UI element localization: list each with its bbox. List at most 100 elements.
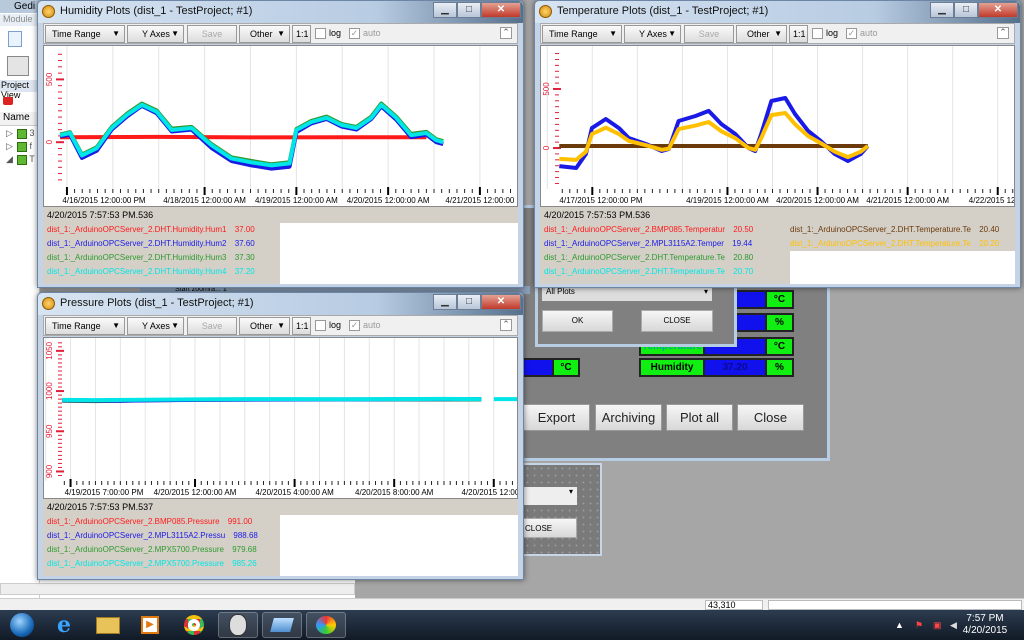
name-column-header[interactable]: Name: [0, 112, 40, 126]
taskbar-app[interactable]: [218, 612, 258, 638]
close-window-button[interactable]: ✕: [978, 2, 1018, 18]
log-checkbox[interactable]: [315, 320, 326, 331]
title-bar[interactable]: Humidity Plots (dist_1 - TestProject; #1…: [38, 1, 523, 23]
ok-button[interactable]: OK: [542, 310, 613, 332]
legend-entry[interactable]: dist_1:_ArduinoOPCServer_2.BMP085.Temper…: [544, 225, 753, 234]
horizontal-scrollbar[interactable]: [0, 583, 355, 595]
legend-entry[interactable]: dist_1:_ArduinoOPCServer_2.MPX5700.Press…: [47, 545, 257, 554]
y-tick-label: 900: [45, 464, 54, 478]
avatar-icon: [229, 614, 247, 636]
y-axes-dropdown[interactable]: Y Axes ▼: [127, 25, 184, 43]
cyan-series-line: [62, 396, 517, 403]
legend-entry[interactable]: dist_1:_ArduinoOPCServer_2.DHT.Temperatu…: [544, 267, 753, 276]
minimize-button[interactable]: ▁: [433, 294, 457, 310]
legend-entry[interactable]: dist_1:_ArduinoOPCServer_2.DHT.Temperatu…: [790, 225, 999, 234]
filter-icon[interactable]: [3, 97, 13, 105]
plot-canvas[interactable]: 4/17/2015 12:00:00 PM 4/19/2015 12:00:00 …: [541, 46, 1024, 206]
taskbar-clock[interactable]: 7:57 PM 4/20/2015: [955, 613, 1015, 637]
menu-module[interactable]: Module: [0, 14, 40, 26]
one-to-one-button[interactable]: 1:1: [292, 317, 311, 335]
legend-entry[interactable]: dist_1:_ArduinoOPCServer_2.DHT.Humidity.…: [47, 225, 255, 234]
legend-series-value: 37.60: [234, 239, 255, 248]
network-icon[interactable]: ▣: [933, 620, 943, 630]
legend-series-value: 991.00: [227, 517, 253, 526]
plot-toolbar: Time Range ▼ Y Axes ▼ Save Other ▼ 1:1 log ✓ auto ⌃: [43, 315, 518, 336]
plot-area[interactable]: 4/17/2015 12:00:00 PM 4/19/2015 12:00:00 …: [540, 45, 1024, 207]
close-button[interactable]: CLOSE: [641, 310, 713, 332]
panel-dropdown[interactable]: ▾: [520, 487, 577, 505]
minimize-button[interactable]: ▁: [930, 2, 954, 18]
media-player-icon: ▶: [141, 616, 159, 634]
plot-canvas[interactable]: 4/19/2015 7:00:00 PM 4/20/2015 12:00:00 A…: [44, 338, 527, 498]
tree-item[interactable]: ▷ 3: [6, 128, 34, 139]
auto-checkbox[interactable]: ✓: [846, 28, 857, 39]
maximize-button[interactable]: □: [954, 2, 978, 18]
legend-series-value: 37.20: [234, 267, 255, 276]
y-axes-dropdown[interactable]: Y Axes ▼: [127, 317, 184, 335]
taskbar-media-player[interactable]: ▶: [130, 612, 170, 638]
x-tick-label: 4/19/2015 12:00:00 AM: [686, 196, 769, 205]
time-range-dropdown[interactable]: Time Range ▼: [542, 25, 622, 43]
plot-all-button[interactable]: Plot all: [666, 404, 733, 431]
legend-entry[interactable]: dist_1:_ArduinoOPCServer_2.DHT.Temperatu…: [544, 253, 753, 262]
legend-entry[interactable]: dist_1:_ArduinoOPCServer_2.MPL3115A2.Tem…: [544, 239, 752, 248]
tree-item[interactable]: ◢ T: [6, 154, 35, 165]
legend-series-value: 20.20: [979, 239, 1000, 248]
auto-checkbox[interactable]: ✓: [349, 28, 360, 39]
log-checkbox[interactable]: [315, 28, 326, 39]
archiving-button[interactable]: Archiving: [595, 404, 662, 431]
auto-checkbox[interactable]: ✓: [349, 320, 360, 331]
maximize-button[interactable]: □: [457, 2, 481, 18]
legend-entry[interactable]: dist_1:_ArduinoOPCServer_2.BMP085.Pressu…: [47, 517, 252, 526]
taskbar-paint[interactable]: [306, 612, 346, 638]
legend-entry[interactable]: dist_1:_ArduinoOPCServer_2.MPL3115A2.Pre…: [47, 531, 258, 540]
legend-series-name: dist_1:_ArduinoOPCServer_2.DHT.Humidity.…: [47, 267, 227, 276]
taskbar-ie[interactable]: e: [44, 612, 84, 638]
plot-area[interactable]: 4/16/2015 12:00:00 PM 4/18/2015 12:00:00 …: [43, 45, 518, 207]
legend-entry[interactable]: dist_1:_ArduinoOPCServer_2.DHT.Humidity.…: [47, 239, 255, 248]
close-window-button[interactable]: ✕: [481, 294, 521, 310]
one-to-one-button[interactable]: 1:1: [292, 25, 311, 43]
legend-entry[interactable]: dist_1:_ArduinoOPCServer_2.DHT.Humidity.…: [47, 267, 255, 276]
other-dropdown[interactable]: Other ▼: [736, 25, 787, 43]
plot-canvas[interactable]: 4/16/2015 12:00:00 PM 4/18/2015 12:00:00 …: [44, 46, 517, 206]
taskbar-chrome[interactable]: [174, 612, 214, 638]
close-button[interactable]: Close: [737, 404, 804, 431]
taskbar-app[interactable]: [262, 612, 302, 638]
one-to-one-button[interactable]: 1:1: [789, 25, 808, 43]
select-pointer-icon[interactable]: [7, 56, 29, 76]
auto-label: auto: [363, 320, 381, 330]
tree-item[interactable]: ▷ f: [6, 141, 32, 152]
other-dropdown[interactable]: Other ▼: [239, 25, 290, 43]
collapse-toolbar-icon[interactable]: ⌃: [500, 319, 512, 331]
time-range-dropdown[interactable]: Time Range ▼: [45, 25, 125, 43]
x-tick-label: 4/22/2015 12:00: [969, 196, 1014, 205]
action-center-flag-icon[interactable]: ⚑: [915, 620, 925, 630]
save-button[interactable]: Save: [684, 25, 734, 43]
time-range-dropdown[interactable]: Time Range ▼: [45, 317, 125, 335]
start-button[interactable]: [2, 612, 42, 638]
new-file-icon[interactable]: [8, 31, 22, 47]
collapse-toolbar-icon[interactable]: ⌃: [500, 27, 512, 39]
legend-entry[interactable]: dist_1:_ArduinoOPCServer_2.MPX5700.Press…: [47, 559, 257, 568]
show-hidden-icons[interactable]: ▲: [895, 620, 905, 630]
other-dropdown[interactable]: Other ▼: [239, 317, 290, 335]
minimize-button[interactable]: ▁: [433, 2, 457, 18]
panel-close-button[interactable]: CLOSE: [520, 518, 577, 538]
export-button[interactable]: Export: [523, 404, 590, 431]
taskbar-explorer[interactable]: [88, 612, 128, 638]
plot-area[interactable]: 4/19/2015 7:00:00 PM 4/20/2015 12:00:00 A…: [43, 337, 527, 499]
maximize-button[interactable]: □: [457, 294, 481, 310]
title-bar[interactable]: Temperature Plots (dist_1 - TestProject;…: [535, 1, 1020, 23]
log-checkbox[interactable]: [812, 28, 823, 39]
close-window-button[interactable]: ✕: [481, 2, 521, 18]
save-button[interactable]: Save: [187, 317, 237, 335]
legend-series-name: dist_1:_ArduinoOPCServer_2.BMP085.Pressu…: [47, 517, 220, 526]
legend-entry[interactable]: dist_1:_ArduinoOPCServer_2.DHT.Humidity.…: [47, 253, 255, 262]
y-axes-dropdown[interactable]: Y Axes ▼: [624, 25, 681, 43]
save-button[interactable]: Save: [187, 25, 237, 43]
title-bar[interactable]: Pressure Plots (dist_1 - TestProject; #1…: [38, 293, 523, 315]
legend-series-value: 37.30: [234, 253, 255, 262]
collapse-toolbar-icon[interactable]: ⌃: [997, 27, 1009, 39]
legend-entry[interactable]: dist_1:_ArduinoOPCServer_2.DHT.Temperatu…: [790, 239, 999, 248]
